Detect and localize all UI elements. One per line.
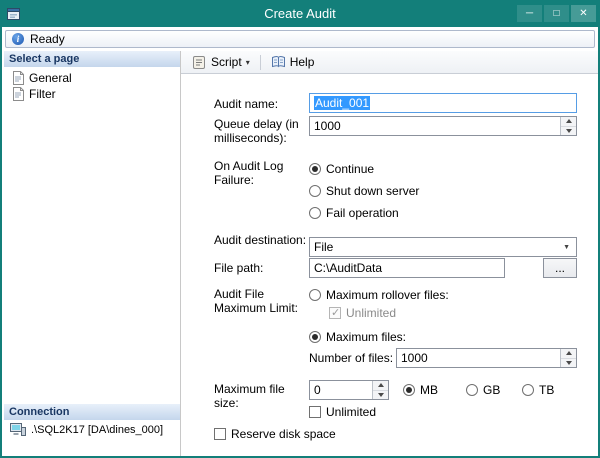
script-dropdown-caret[interactable]: ▾ xyxy=(246,58,250,67)
radio-rollover-control xyxy=(309,289,321,301)
spin-up-icon[interactable] xyxy=(561,349,576,358)
audit-destination-select[interactable]: File ▼ xyxy=(309,237,577,257)
script-button[interactable]: Script ▾ xyxy=(186,54,255,71)
radio-gb[interactable]: GB xyxy=(466,383,500,397)
queue-delay-spinner[interactable] xyxy=(560,117,576,135)
max-file-size-value: 0 xyxy=(314,383,321,397)
spin-down-icon[interactable] xyxy=(373,390,388,400)
page-icon xyxy=(12,87,24,101)
checkbox-unlimited-size-control xyxy=(309,406,321,418)
connection-name: .\SQL2K17 [DA\dines_000] xyxy=(31,424,163,436)
number-of-files-label: Number of files: xyxy=(309,351,393,365)
checkbox-reserve-disk-space[interactable]: Reserve disk space xyxy=(214,427,336,441)
radio-maximum-files-control xyxy=(309,331,321,343)
toolbar-separator xyxy=(260,55,261,70)
max-limit-label: Audit File Maximum Limit: xyxy=(214,287,308,315)
status-text: Ready xyxy=(30,32,65,46)
select-a-page-header: Select a page xyxy=(4,51,180,67)
radio-fail-operation-control xyxy=(309,207,321,219)
checkbox-reserve-label: Reserve disk space xyxy=(231,427,336,441)
window-title: Create Audit xyxy=(2,6,598,21)
toolbar: Script ▾ Help xyxy=(181,51,598,74)
spin-down-icon[interactable] xyxy=(561,358,576,368)
sidebar-item-general[interactable]: General xyxy=(4,70,180,86)
radio-continue-control xyxy=(309,163,321,175)
max-size-label: Maximum file size: xyxy=(214,382,308,410)
audit-name-label: Audit name: xyxy=(214,97,308,111)
page-icon xyxy=(12,71,24,85)
sidebar-item-label: Filter xyxy=(29,87,56,101)
radio-fail-operation[interactable]: Fail operation xyxy=(309,206,399,220)
failure-label: On Audit Log Failure: xyxy=(214,159,308,187)
help-button-label: Help xyxy=(290,55,315,69)
radio-mb-label: MB xyxy=(420,383,438,397)
spin-up-icon[interactable] xyxy=(373,381,388,390)
queue-delay-input[interactable]: 1000 xyxy=(309,116,577,136)
radio-shut-down-server[interactable]: Shut down server xyxy=(309,184,419,198)
radio-rollover-label: Maximum rollover files: xyxy=(326,288,449,302)
radio-gb-label: GB xyxy=(483,383,500,397)
server-icon xyxy=(10,423,26,436)
checkbox-unlimited-rollover-control xyxy=(329,307,341,319)
minimize-button[interactable]: ─ xyxy=(517,5,542,22)
file-path-label: File path: xyxy=(214,261,308,275)
destination-label: Audit destination: xyxy=(214,233,308,247)
max-file-size-spinner[interactable] xyxy=(372,381,388,399)
sidebar-item-label: General xyxy=(29,71,72,85)
file-path-value: C:\AuditData xyxy=(314,261,382,275)
spin-up-icon[interactable] xyxy=(561,117,576,126)
page-tree: General Filter xyxy=(4,70,180,102)
number-of-files-input[interactable]: 1000 xyxy=(396,348,577,368)
max-file-size-input[interactable]: 0 xyxy=(309,380,389,400)
radio-shut-down-control xyxy=(309,185,321,197)
help-button[interactable]: Help xyxy=(266,54,320,70)
close-button[interactable]: ✕ xyxy=(571,5,596,22)
radio-mb[interactable]: MB xyxy=(403,383,438,397)
maximize-button[interactable]: □ xyxy=(544,5,569,22)
radio-maximum-rollover-files[interactable]: Maximum rollover files: xyxy=(309,288,449,302)
radio-tb-control xyxy=(522,384,534,396)
radio-tb-label: TB xyxy=(539,383,554,397)
radio-fail-operation-label: Fail operation xyxy=(326,206,399,220)
radio-tb[interactable]: TB xyxy=(522,383,554,397)
connection-item[interactable]: .\SQL2K17 [DA\dines_000] xyxy=(4,423,180,436)
status-bar: i Ready xyxy=(5,30,595,48)
checkbox-unlimited-size-label: Unlimited xyxy=(326,405,376,419)
checkbox-unlimited-rollover-label: Unlimited xyxy=(346,306,396,320)
help-icon xyxy=(271,55,286,69)
spin-down-icon[interactable] xyxy=(561,126,576,136)
info-icon: i xyxy=(12,33,24,45)
main-panel: Script ▾ Help Audit name: Audit_001 Queu… xyxy=(181,51,598,456)
checkbox-unlimited-rollover: Unlimited xyxy=(329,306,396,320)
radio-maximum-files[interactable]: Maximum files: xyxy=(309,330,406,344)
radio-maximum-files-label: Maximum files: xyxy=(326,330,406,344)
sidebar: Select a page General Filter Connection … xyxy=(4,51,180,456)
script-button-label: Script xyxy=(211,55,242,69)
checkbox-reserve-control xyxy=(214,428,226,440)
radio-continue[interactable]: Continue xyxy=(309,162,374,176)
radio-gb-control xyxy=(466,384,478,396)
number-of-files-spinner[interactable] xyxy=(560,349,576,367)
chevron-down-icon: ▼ xyxy=(563,244,572,251)
audit-name-value: Audit_001 xyxy=(314,96,370,110)
radio-continue-label: Continue xyxy=(326,162,374,176)
browse-button[interactable]: ... xyxy=(543,258,577,278)
caption-buttons: ─ □ ✕ xyxy=(517,5,596,22)
file-path-input[interactable]: C:\AuditData xyxy=(309,258,505,278)
radio-shut-down-label: Shut down server xyxy=(326,184,419,198)
queue-delay-label: Queue delay (in milliseconds): xyxy=(214,117,308,145)
audit-destination-value: File xyxy=(314,240,333,254)
queue-delay-value: 1000 xyxy=(314,119,341,133)
titlebar: Create Audit ─ □ ✕ xyxy=(2,2,598,27)
connection-header: Connection xyxy=(4,404,180,420)
checkbox-unlimited-size[interactable]: Unlimited xyxy=(309,405,376,419)
audit-name-input[interactable]: Audit_001 xyxy=(309,93,577,113)
number-of-files-value: 1000 xyxy=(401,351,428,365)
sidebar-item-filter[interactable]: Filter xyxy=(4,86,180,102)
script-icon xyxy=(191,55,207,70)
create-audit-window: Create Audit ─ □ ✕ i Ready Select a page… xyxy=(0,0,600,458)
radio-mb-control xyxy=(403,384,415,396)
